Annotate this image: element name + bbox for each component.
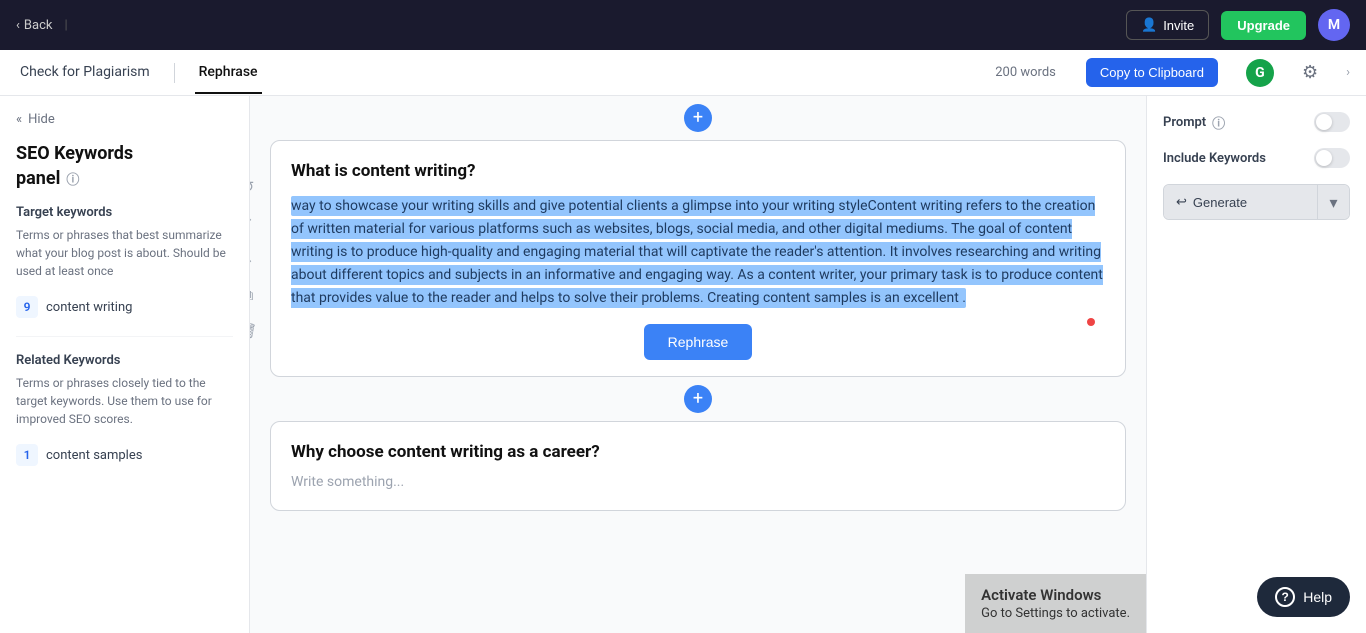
hide-label: Hide <box>28 112 55 127</box>
info-icon[interactable]: ⓘ <box>66 169 79 188</box>
main-layout: « Hide SEO Keywords panel ⓘ Target keywo… <box>0 96 1366 633</box>
word-count: 200 words <box>995 65 1056 80</box>
sidebar-divider <box>16 336 233 337</box>
help-button[interactable]: ? Help <box>1257 577 1350 617</box>
chevron-down-icon[interactable]: ⌄ <box>250 245 262 273</box>
secondary-nav: Check for Plagiarism Rephrase 200 words … <box>0 50 1366 96</box>
add-circle-icon-2[interactable]: + <box>684 385 712 413</box>
invite-label: Invite <box>1163 18 1194 33</box>
add-block-top[interactable]: + <box>270 104 1126 132</box>
include-keywords-label: Include Keywords <box>1163 148 1350 168</box>
upgrade-button[interactable]: Upgrade <box>1221 11 1306 40</box>
hide-sidebar-button[interactable]: « Hide <box>16 112 233 127</box>
sidebar: « Hide SEO Keywords panel ⓘ Target keywo… <box>0 96 250 633</box>
right-panel: Prompt ⓘ Include Keywords ↩ Generate ▾ <box>1146 96 1366 633</box>
rephrase-button[interactable]: Rephrase <box>644 324 753 360</box>
settings-icon[interactable]: ⚙ <box>1302 62 1318 83</box>
back-button[interactable]: ‹ Back <box>16 18 52 33</box>
add-block-middle[interactable]: + <box>270 385 1126 413</box>
related-keywords-desc: Terms or phrases closely tied to the tar… <box>16 374 233 428</box>
target-keywords-title: Target keywords <box>16 205 233 220</box>
avatar[interactable]: M <box>1318 9 1350 41</box>
content-area: + ↺ ⌃ ⌄ ⧉ 🗑 What is content writing? way… <box>250 96 1146 633</box>
keyword-item: 9 content writing <box>16 290 233 324</box>
help-label: Help <box>1303 589 1332 605</box>
chevron-left-icon: « <box>16 112 22 127</box>
delete-icon[interactable]: 🗑 <box>250 317 262 345</box>
help-icon: ? <box>1275 587 1295 607</box>
activate-windows-overlay: Activate Windows Go to Settings to activ… <box>965 574 1146 633</box>
keyword-count: 9 <box>16 296 38 318</box>
panel-title: SEO Keywords <box>16 143 233 164</box>
top-nav: ‹ Back | 👤 Invite Upgrade M <box>0 0 1366 50</box>
panel-subtitle: panel ⓘ <box>16 168 233 189</box>
related-keyword-item: 1 content samples <box>16 438 233 472</box>
copy-to-clipboard-button[interactable]: Copy to Clipboard <box>1086 58 1218 87</box>
prompt-toggle[interactable] <box>1314 112 1350 132</box>
generate-wrap: ↩ Generate ▾ <box>1163 184 1350 220</box>
related-keywords-title: Related Keywords <box>16 353 233 368</box>
left-toolbar: ↺ ⌃ ⌄ ⧉ 🗑 <box>250 173 262 345</box>
prompt-section: Prompt ⓘ <box>1163 112 1350 132</box>
prompt-label: Prompt ⓘ <box>1163 112 1350 132</box>
prompt-info-icon[interactable]: ⓘ <box>1212 113 1225 132</box>
back-label: Back <box>24 18 53 33</box>
rephrase-tab[interactable]: Rephrase <box>195 52 262 94</box>
related-keyword-count: 1 <box>16 444 38 466</box>
nav-divider <box>174 63 175 83</box>
user-icon: 👤 <box>1141 17 1157 33</box>
generate-icon: ↩ <box>1176 194 1187 210</box>
generate-label: Generate <box>1193 195 1247 210</box>
generate-dropdown[interactable]: ▾ <box>1317 185 1349 219</box>
generate-button[interactable]: ↩ Generate <box>1164 185 1317 219</box>
chevron-up-icon[interactable]: ⌃ <box>250 209 262 237</box>
nav-divider: | <box>64 18 67 33</box>
include-keywords-toggle[interactable] <box>1314 148 1350 168</box>
block1-heading: What is content writing? <box>291 161 1105 181</box>
related-keyword-text: content samples <box>46 448 142 463</box>
rephrase-wrap: Rephrase <box>291 324 1105 360</box>
chevron-right-icon[interactable]: › <box>1346 65 1350 80</box>
activate-windows-subtitle: Go to Settings to activate. <box>981 606 1130 621</box>
plagiarism-tab[interactable]: Check for Plagiarism <box>16 52 154 94</box>
invite-button[interactable]: 👤 Invite <box>1126 10 1209 40</box>
activate-windows-title: Activate Windows <box>981 586 1130 604</box>
section-block-2[interactable]: Why choose content writing as a career? … <box>270 421 1126 511</box>
target-keywords-desc: Terms or phrases that best summarize wha… <box>16 226 233 280</box>
block1-content[interactable]: way to showcase your writing skills and … <box>291 195 1105 310</box>
copy-icon[interactable]: ⧉ <box>250 281 262 309</box>
editor-block-1[interactable]: What is content writing? way to showcase… <box>270 140 1126 377</box>
include-keywords-section: Include Keywords <box>1163 148 1350 168</box>
block2-heading: Why choose content writing as a career? <box>291 442 1105 462</box>
add-circle-icon[interactable]: + <box>684 104 712 132</box>
undo-icon[interactable]: ↺ <box>250 173 262 201</box>
write-placeholder[interactable]: Write something... <box>291 474 1105 490</box>
selected-text[interactable]: way to showcase your writing skills and … <box>291 196 1103 308</box>
editor-block-1-wrapper: ↺ ⌃ ⌄ ⧉ 🗑 What is content writing? way t… <box>270 140 1126 377</box>
keyword-text: content writing <box>46 300 132 315</box>
grammarly-icon[interactable]: G <box>1246 59 1274 87</box>
